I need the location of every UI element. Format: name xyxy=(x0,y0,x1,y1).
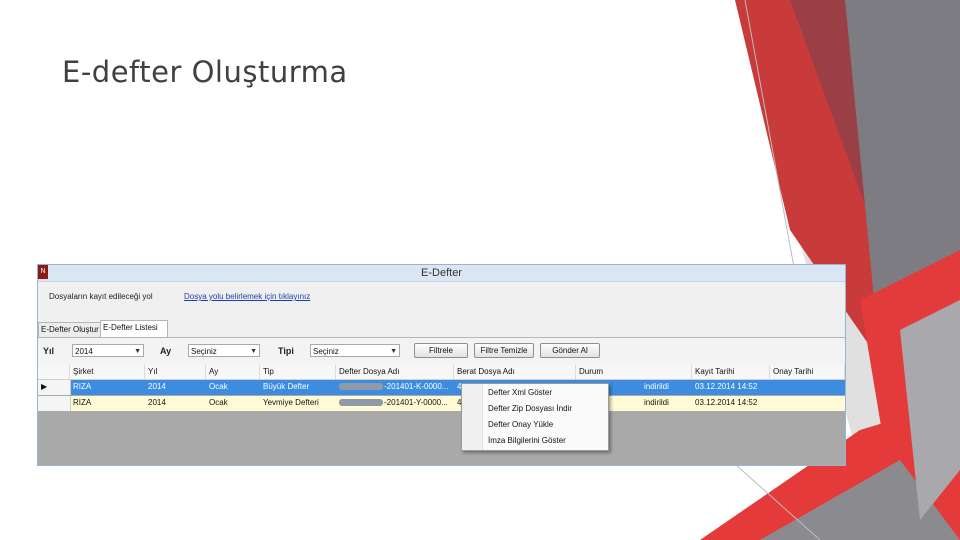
row-header[interactable]: ▶ xyxy=(38,380,71,395)
column-header[interactable]: Defter Dosya Adı xyxy=(336,365,454,379)
row-header[interactable] xyxy=(38,396,71,411)
cell-tip: Büyük Defter xyxy=(263,382,310,391)
month-label: Ay xyxy=(160,346,172,356)
column-header[interactable]: Tip xyxy=(260,365,336,379)
cell-ay: Ocak xyxy=(209,382,228,391)
column-header[interactable]: Kayıt Tarihi xyxy=(692,365,770,379)
column-header[interactable]: Berat Dosya Adı xyxy=(454,365,576,379)
window-titlebar: N E-Defter xyxy=(38,265,845,282)
window-title: E-Defter xyxy=(421,267,462,279)
tab-e-defter-listesi[interactable]: E-Defter Listesi xyxy=(100,320,168,338)
redacted-block xyxy=(339,383,383,391)
chevron-down-icon: ▼ xyxy=(134,348,141,355)
column-header[interactable]: Yıl xyxy=(145,365,206,379)
chevron-down-icon: ▼ xyxy=(390,348,397,355)
column-header[interactable]: Ay xyxy=(206,365,260,379)
e-defter-window: N E-Defter Dosyaların kayıt edileceği yo… xyxy=(37,264,846,466)
row-selected-icon: ▶ xyxy=(41,382,48,391)
menu-item-download-zip[interactable]: Defter Zip Dosyası İndir xyxy=(488,404,572,413)
column-header[interactable]: Durum xyxy=(576,365,692,379)
grid-header: Şirket Yıl Ay Tip Defter Dosya Adı Berat… xyxy=(38,365,845,380)
cell-defter-dosya-text: -201401-K-0000... xyxy=(384,382,449,391)
cell-defter-dosya-text: -201401-Y-0000... xyxy=(384,398,448,407)
cell-yil: 2014 xyxy=(148,382,166,391)
chevron-down-icon: ▼ xyxy=(250,348,257,355)
menu-item-upload-approval[interactable]: Defter Onay Yükle xyxy=(488,420,553,429)
table-row[interactable]: RIZA 2014 Ocak Yevmiye Defteri -201401-Y… xyxy=(38,396,845,411)
list-panel: Yıl 2014 ▼ Ay Seçiniz ▼ Tipi Seçiniz ▼ F… xyxy=(38,337,845,465)
month-value: Seçiniz xyxy=(191,347,217,356)
cell-yil: 2014 xyxy=(148,398,166,407)
redacted-block xyxy=(339,399,383,407)
tab-e-defter-olustur[interactable]: E-Defter Oluştur xyxy=(38,322,104,338)
cell-kayit: 03.12.2014 14:52 xyxy=(695,398,758,407)
defter-grid: Şirket Yıl Ay Tip Defter Dosya Adı Berat… xyxy=(38,365,845,465)
cell-kayit: 03.12.2014 14:52 xyxy=(695,382,758,391)
table-row[interactable]: ▶ RIZA 2014 Ocak Büyük Defter -201401-K-… xyxy=(38,380,845,395)
column-header[interactable]: Onay Tarihi xyxy=(770,365,845,379)
cell-ay: Ocak xyxy=(209,398,228,407)
cell-defter-dosya: -201401-Y-0000... xyxy=(336,396,454,410)
column-header[interactable]: Şirket xyxy=(70,365,145,379)
menu-item-show-xml[interactable]: Defter Xml Göster xyxy=(488,388,552,397)
type-value: Seçiniz xyxy=(313,347,339,356)
header-corner xyxy=(38,365,70,379)
type-label: Tipi xyxy=(278,346,294,356)
type-select[interactable]: Seçiniz ▼ xyxy=(310,344,400,357)
clear-filter-button[interactable]: Filtre Temizle xyxy=(474,343,534,358)
year-value: 2014 xyxy=(75,347,93,356)
path-label: Dosyaların kayıt edileceği yol xyxy=(49,292,153,301)
send-receive-button[interactable]: Gönder Al xyxy=(540,343,600,358)
slide-title: E-defter Oluşturma xyxy=(62,55,348,89)
cell-sirket: RIZA xyxy=(73,398,92,407)
cell-sirket: RIZA xyxy=(73,382,92,391)
context-menu: Defter Xml Göster Defter Zip Dosyası İnd… xyxy=(461,383,609,451)
year-label: Yıl xyxy=(43,346,55,356)
filter-button[interactable]: Filtrele xyxy=(414,343,468,358)
path-row: Dosyaların kayıt edileceği yol Dosya yol… xyxy=(49,292,310,301)
path-link[interactable]: Dosya yolu belirlemek için tıklayınız xyxy=(184,292,310,301)
menu-item-show-signature[interactable]: İmza Bilgilerini Göster xyxy=(488,436,566,445)
cell-defter-dosya: -201401-K-0000... xyxy=(336,380,454,394)
year-select[interactable]: 2014 ▼ xyxy=(72,344,144,357)
context-menu-gutter xyxy=(462,384,483,450)
cell-tip: Yevmiye Defteri xyxy=(263,398,319,407)
month-select[interactable]: Seçiniz ▼ xyxy=(188,344,260,357)
